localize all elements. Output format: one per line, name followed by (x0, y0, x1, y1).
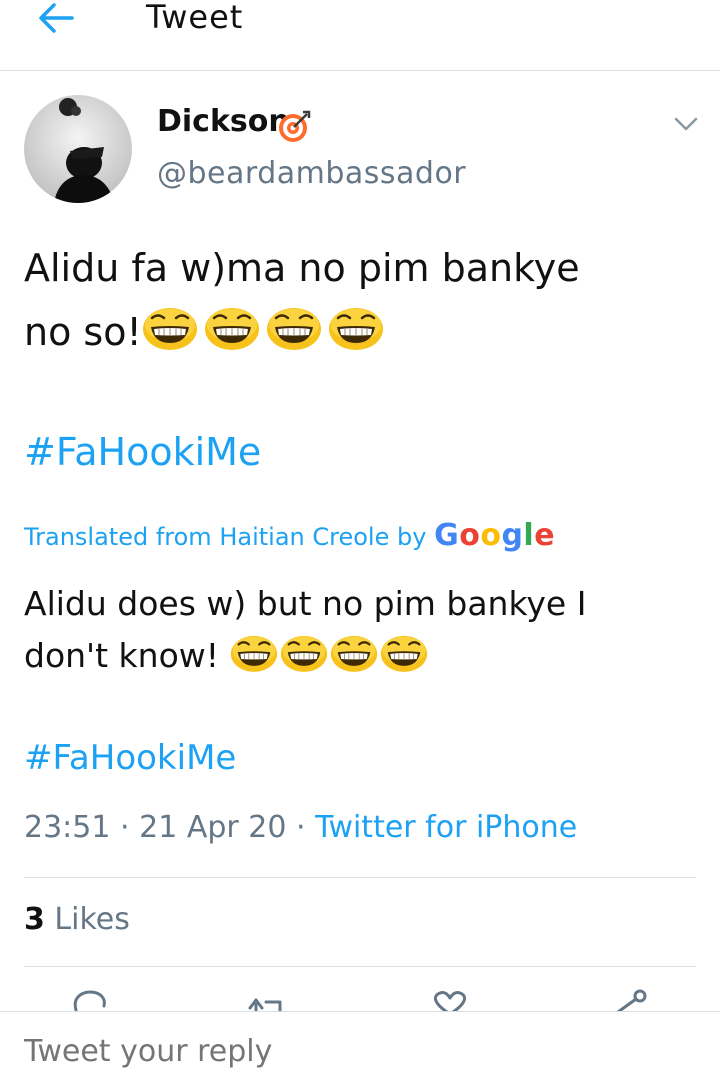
tweet-text-line: no so! (24, 300, 704, 364)
translated-text-line: Alidu does w) but no pim bankye I (24, 584, 587, 623)
divider (24, 966, 696, 967)
grinning-squinting-face-icon (330, 635, 377, 672)
emoji-group (142, 308, 390, 354)
grinning-squinting-face-icon (328, 308, 383, 350)
grinning-squinting-face-icon (380, 635, 427, 672)
arrow-left-icon[interactable] (36, 2, 76, 34)
reply-input[interactable] (24, 1034, 664, 1069)
hashtag-link[interactable]: #FaHookiMe (24, 738, 236, 778)
author-name[interactable]: Dickson (157, 104, 290, 139)
likes-label: Likes (54, 902, 130, 937)
google-logo-letter: g (501, 518, 524, 553)
translation-label-text: Translated from Haitian Creole by (24, 523, 427, 551)
google-logo-letter: l (523, 518, 535, 553)
grinning-squinting-face-icon (230, 635, 277, 672)
google-logo-letter: G (434, 518, 460, 553)
likes-count[interactable]: 3 Likes (24, 902, 130, 937)
bullseye-icon (279, 110, 311, 142)
divider (24, 877, 696, 878)
google-logo: Google (434, 518, 555, 553)
avatar[interactable] (24, 95, 132, 203)
meta-separator: · (120, 810, 130, 845)
tweet-text-fragment: no so! (24, 310, 142, 354)
meta-separator: · (295, 810, 306, 845)
chevron-down-icon[interactable] (672, 112, 700, 136)
emoji-group (230, 635, 430, 675)
translated-text-line: don't know! (24, 630, 704, 682)
grinning-squinting-face-icon (142, 308, 197, 350)
author-handle[interactable]: @beardambassador (157, 156, 466, 191)
translation-label: Translated from Haitian Creole by Google (24, 518, 555, 553)
tweet-text: Alidu fa w)ma no pim bankye no so! (24, 236, 704, 364)
page-title: Tweet (146, 0, 244, 36)
hashtag-link[interactable]: #FaHookiMe (24, 430, 261, 474)
google-logo-letter: o (480, 518, 502, 553)
tweet-text-line: Alidu fa w)ma no pim bankye (24, 246, 580, 290)
grinning-squinting-face-icon (280, 635, 327, 672)
translated-text: Alidu does w) but no pim bankye I don't … (24, 578, 704, 682)
google-logo-letter: o (459, 518, 481, 553)
translated-text-fragment: don't know! (24, 636, 219, 675)
tweet-source-link[interactable]: Twitter for iPhone (315, 810, 577, 845)
top-bar: Tweet (0, 0, 720, 71)
grinning-squinting-face-icon (266, 308, 321, 350)
tweet-meta: 23:51 · 21 Apr 20 · Twitter for iPhone (24, 810, 577, 845)
grinning-squinting-face-icon (204, 308, 259, 350)
google-logo-letter: e (534, 518, 556, 553)
likes-number: 3 (24, 902, 45, 937)
tweet-time: 23:51 (24, 810, 111, 845)
tweet-date: 21 Apr 20 (139, 810, 287, 845)
